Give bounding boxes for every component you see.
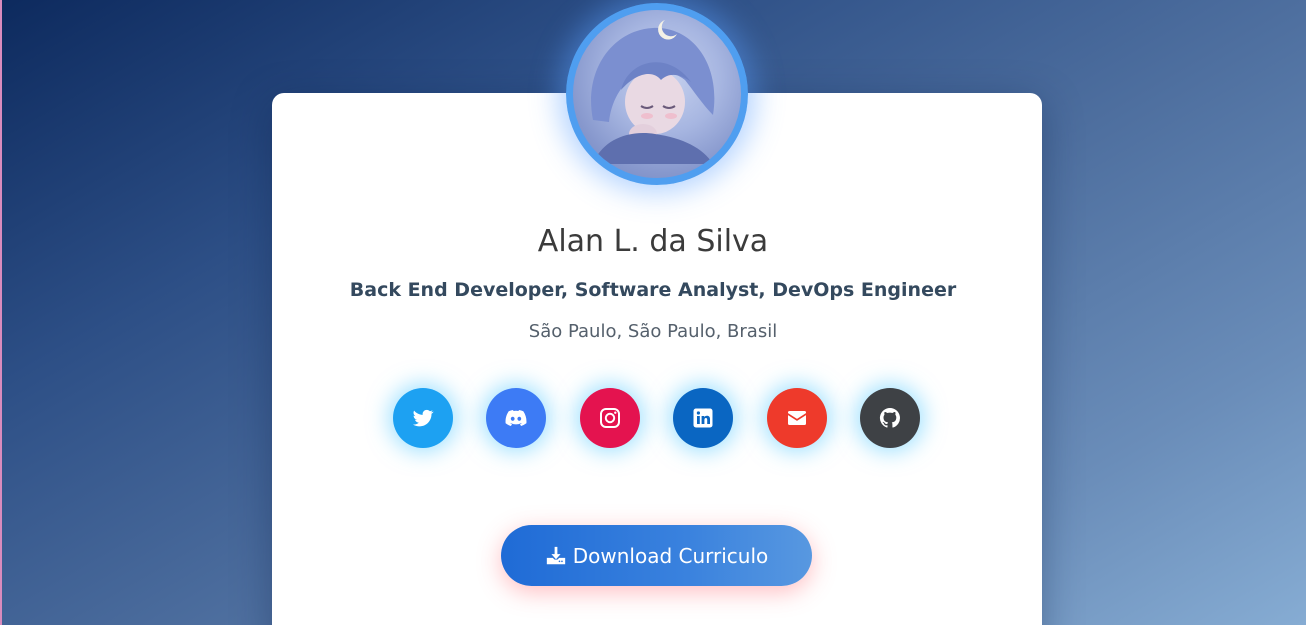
window-edge <box>0 0 2 625</box>
profile-name: Alan L. da Silva <box>537 224 769 259</box>
instagram-button[interactable] <box>580 388 640 448</box>
avatar <box>566 3 748 185</box>
twitter-icon <box>413 409 434 427</box>
discord-icon <box>505 410 527 426</box>
github-button[interactable] <box>860 388 920 448</box>
email-button[interactable] <box>767 388 827 448</box>
github-icon <box>879 407 900 428</box>
email-icon <box>788 411 806 425</box>
avatar-illustration <box>591 20 715 164</box>
profile-roles: Back End Developer, Software Analyst, De… <box>349 279 957 301</box>
linkedin-icon <box>693 408 713 428</box>
twitter-button[interactable] <box>393 388 453 448</box>
linkedin-button[interactable] <box>673 388 733 448</box>
download-icon <box>546 546 565 564</box>
instagram-icon <box>600 408 620 428</box>
download-label: Download Curriculo <box>572 543 769 568</box>
profile-location: São Paulo, São Paulo, Brasil <box>528 321 778 342</box>
discord-button[interactable] <box>486 388 546 448</box>
download-curriculo-button[interactable]: Download Curriculo <box>501 525 812 586</box>
